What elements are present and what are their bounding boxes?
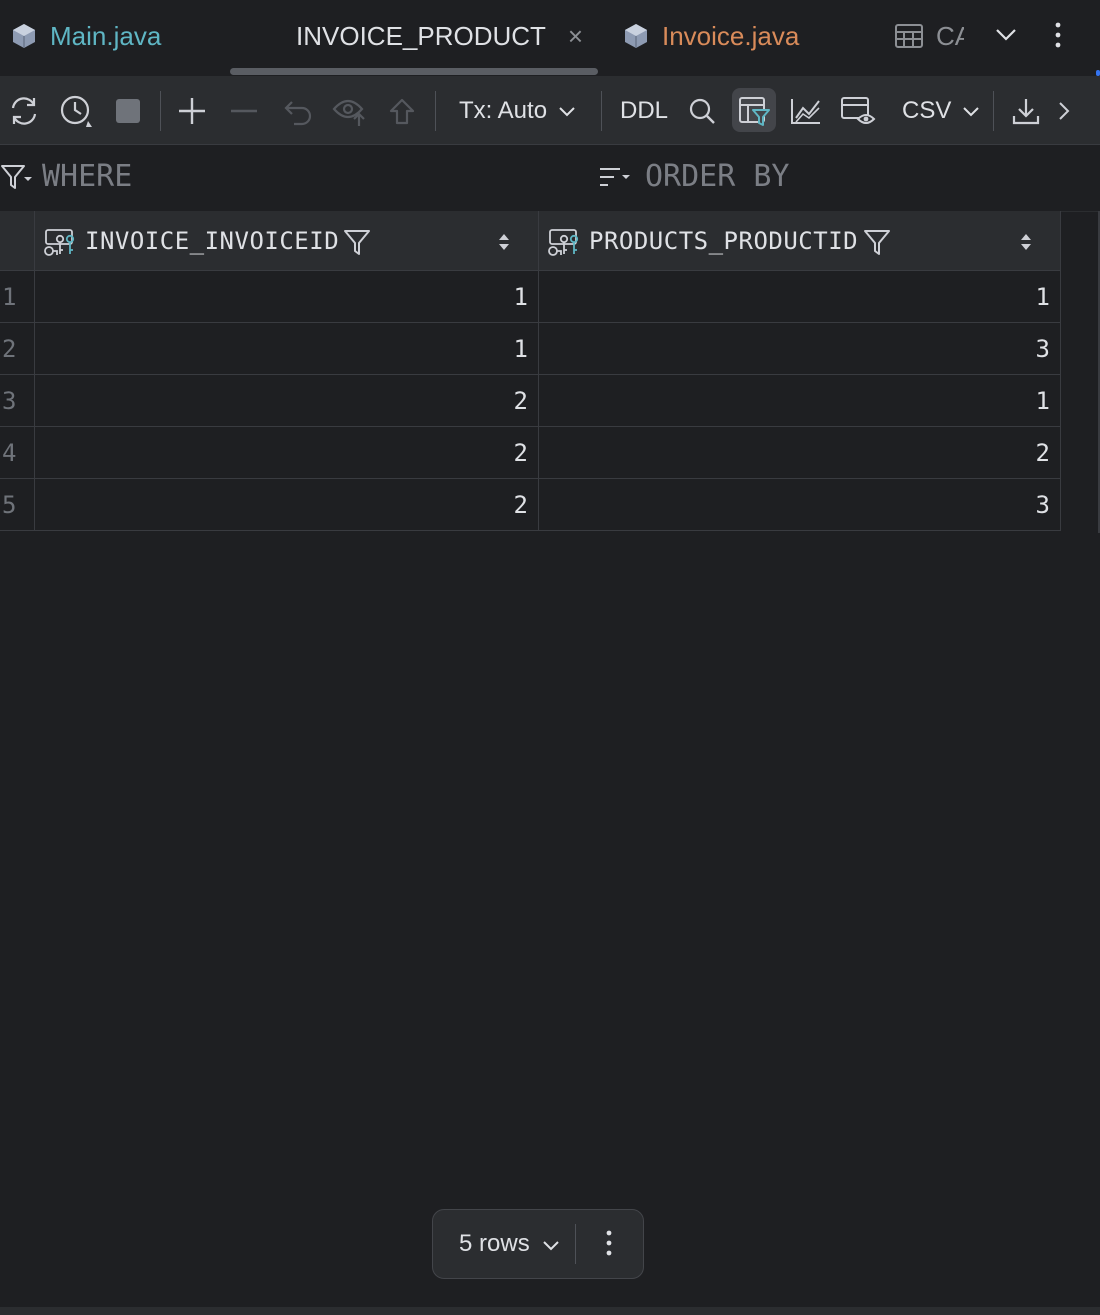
pill-separator (575, 1224, 576, 1264)
active-tab-indicator (230, 68, 598, 75)
column-name: PRODUCTS_PRODUCTID (589, 227, 859, 255)
chevron-down-icon (961, 101, 981, 121)
column-name: INVOICE_INVOICEID (85, 227, 340, 255)
filter-sort-bar: WHERE ORDER BY (0, 145, 1100, 212)
cell-products-productid[interactable]: 1 (539, 375, 1061, 427)
cell-products-productid[interactable]: 3 (539, 479, 1061, 531)
order-by-input[interactable]: ORDER BY (645, 159, 790, 194)
cell-invoice-invoiceid[interactable]: 2 (35, 479, 539, 531)
table-row[interactable]: 5 2 3 (0, 479, 1061, 531)
history-clock-icon[interactable] (56, 91, 96, 131)
cell-invoice-invoiceid[interactable]: 1 (35, 323, 539, 375)
chevron-down-icon[interactable] (992, 20, 1020, 53)
transaction-mode-label: Tx: Auto (459, 97, 548, 124)
table-row[interactable]: 2 1 3 (0, 323, 1061, 375)
column-header-products-productid[interactable]: PRODUCTS_PRODUCTID (539, 211, 1061, 271)
table-row[interactable]: 4 2 2 (0, 427, 1061, 479)
row-number: 1 (0, 271, 35, 323)
toolbar-separator (435, 91, 436, 131)
cell-invoice-invoiceid[interactable]: 2 (35, 427, 539, 479)
add-row-icon[interactable] (172, 91, 212, 131)
status-strip (0, 1307, 1100, 1315)
tab-label: Main.java (50, 20, 162, 51)
column-header-invoice-invoiceid[interactable]: INVOICE_INVOICEID (35, 211, 539, 271)
chevron-down-icon[interactable] (541, 1235, 561, 1260)
preview-pending-icon[interactable] (330, 91, 370, 131)
where-filter-input[interactable]: WHERE (42, 159, 132, 194)
more-vertical-icon[interactable] (1046, 20, 1070, 55)
table-row[interactable]: 1 1 1 (0, 271, 1061, 323)
cell-invoice-invoiceid[interactable]: 2 (35, 375, 539, 427)
transaction-mode-dropdown[interactable]: Tx: Auto (459, 91, 577, 131)
close-icon[interactable]: × (568, 21, 583, 52)
chevron-down-icon (557, 101, 577, 121)
download-icon[interactable] (1006, 91, 1046, 131)
cell-products-productid[interactable]: 3 (539, 323, 1061, 375)
cell-invoice-invoiceid[interactable]: 1 (35, 271, 539, 323)
tab-invoice-product[interactable]: INVOICE_PRODUCT × (296, 0, 583, 72)
row-count-pill: 5 rows (432, 1209, 644, 1279)
table-filter-icon[interactable] (734, 91, 774, 131)
row-count-dropdown[interactable]: 5 rows (459, 1230, 530, 1258)
data-editor-toolbar: Tx: Auto DDL CSV (0, 77, 1100, 145)
column-filter-icon[interactable] (863, 228, 891, 261)
ddl-button[interactable]: DDL (620, 91, 668, 131)
export-format-dropdown[interactable]: CSV (902, 91, 981, 131)
row-number: 4 (0, 427, 35, 479)
foreign-key-icon (43, 228, 77, 263)
foreign-key-icon (547, 228, 581, 263)
search-icon[interactable] (682, 91, 722, 131)
cell-products-productid[interactable]: 2 (539, 427, 1061, 479)
tab-label: Invoice.java (662, 20, 800, 51)
tab-invoice-java[interactable]: Invoice.java (622, 0, 799, 72)
java-class-icon (10, 22, 38, 50)
tab-label: INVOICE_PRODUCT (296, 20, 546, 51)
row-number: 5 (0, 479, 35, 531)
tab-ca-table[interactable]: CA (894, 0, 964, 72)
filter-icon[interactable] (0, 163, 32, 196)
column-filter-icon[interactable] (343, 228, 371, 261)
cell-products-productid[interactable]: 1 (539, 271, 1061, 323)
submit-icon[interactable] (382, 91, 422, 131)
more-vertical-icon[interactable] (601, 1228, 617, 1263)
chart-icon[interactable] (786, 91, 826, 131)
table-row[interactable]: 3 2 1 (0, 375, 1061, 427)
sort-icon[interactable] (598, 165, 632, 196)
toolbar-separator (993, 91, 994, 131)
sort-toggle-icon[interactable] (497, 232, 511, 257)
sort-toggle-icon[interactable] (1019, 232, 1033, 257)
view-settings-icon[interactable] (838, 91, 878, 131)
delete-row-icon[interactable] (224, 91, 264, 131)
java-class-icon (622, 22, 650, 50)
toolbar-separator (160, 91, 161, 131)
refresh-icon[interactable] (4, 91, 44, 131)
toolbar-separator (601, 91, 602, 131)
chevron-right-icon[interactable] (1052, 91, 1076, 131)
revert-icon[interactable] (278, 91, 318, 131)
tab-main-java[interactable]: Main.java (10, 0, 161, 72)
editor-tab-bar: Main.java INVOICE_PRODUCT × Invoice.java… (0, 0, 1100, 77)
row-number-header (0, 211, 35, 271)
table-icon (894, 23, 924, 49)
row-number: 3 (0, 375, 35, 427)
focus-indicator (1096, 70, 1100, 76)
export-format-label: CSV (902, 97, 952, 124)
row-number: 2 (0, 323, 35, 375)
stop-icon[interactable] (108, 91, 148, 131)
tab-label: CA (936, 20, 964, 51)
